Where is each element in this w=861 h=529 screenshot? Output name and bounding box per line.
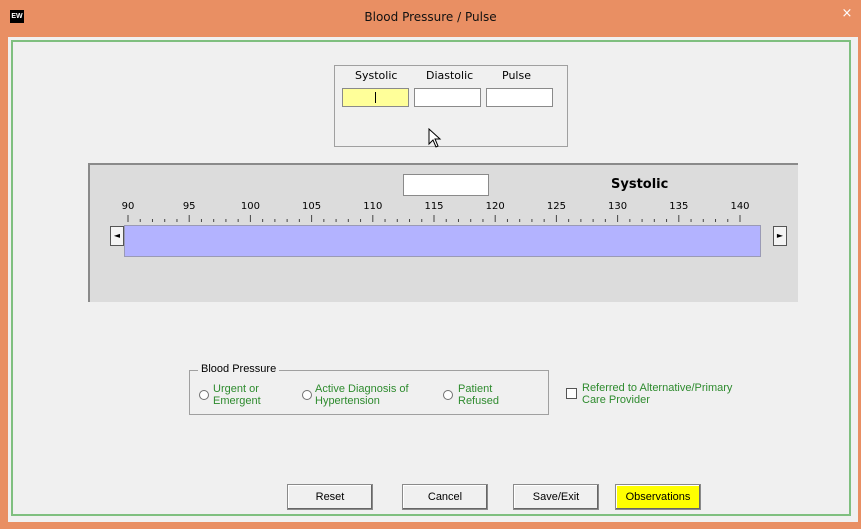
radio-urgent-emergent[interactable] (199, 390, 209, 400)
vitals-group: Systolic Diastolic Pulse (334, 65, 568, 148)
referred-label[interactable]: Referred to Alternative/Primary Care Pro… (582, 382, 732, 406)
radio-patient-refused[interactable] (443, 390, 453, 400)
tick-label-135: 135 (669, 201, 689, 212)
pulse-label: Pulse (502, 69, 531, 82)
option-active-line2: Hypertension (315, 395, 380, 407)
option-patient-refused-label[interactable]: Patient Refused (458, 383, 499, 407)
window-frame-bottom (0, 522, 861, 529)
systolic-input[interactable] (342, 88, 409, 107)
systolic-slider-panel: Systolic 90 95 100 105 110 115 120 125 130 135 140… (88, 163, 798, 302)
scroll-left-button[interactable]: ◄ (110, 226, 124, 246)
blood-pressure-legend: Blood Pressure (198, 363, 280, 375)
option-urgent-line1: Urgent or (213, 383, 259, 395)
referred-line1: Referred to Alternative/Primary (582, 382, 733, 394)
diastolic-input[interactable] (414, 88, 481, 107)
text-caret (375, 92, 376, 103)
close-button[interactable]: × (837, 5, 857, 23)
systolic-label: Systolic (355, 69, 398, 82)
tick-label-100: 100 (240, 201, 260, 212)
blood-pressure-group: Blood Pressure Urgent or Emergent Active… (189, 363, 549, 415)
tick-label-105: 105 (302, 201, 322, 212)
observations-button[interactable]: Observations (615, 484, 701, 510)
option-active-diagnosis-label[interactable]: Active Diagnosis of Hypertension (315, 383, 409, 407)
option-urgent-line2: Emergent (213, 395, 261, 407)
cancel-button[interactable]: Cancel (402, 484, 488, 510)
mouse-pointer-icon (428, 128, 442, 148)
option-active-line1: Active Diagnosis of (315, 383, 409, 395)
tick-label-130: 130 (608, 201, 628, 212)
option-refused-line1: Patient (458, 383, 493, 395)
title-bar: EW Blood Pressure / Pulse × (0, 0, 861, 37)
tick-label-115: 115 (424, 201, 444, 212)
diastolic-label: Diastolic (426, 69, 474, 82)
option-urgent-emergent-label[interactable]: Urgent or Emergent (213, 383, 261, 407)
save-exit-button[interactable]: Save/Exit (513, 484, 599, 510)
tick-label-95: 95 (182, 201, 196, 212)
tick-label-125: 125 (546, 201, 566, 212)
referred-checkbox[interactable] (566, 388, 577, 399)
tick-label-110: 110 (363, 201, 383, 212)
window-frame-left (0, 37, 8, 529)
option-refused-line2: Refused (458, 395, 499, 407)
reset-button[interactable]: Reset (287, 484, 373, 510)
slider-value-box[interactable] (403, 174, 489, 196)
slider-title: Systolic (611, 177, 669, 192)
radio-active-diagnosis[interactable] (302, 390, 312, 400)
systolic-slider-bar[interactable] (124, 225, 761, 257)
referred-line2: Care Provider (582, 394, 650, 406)
scale-ticks (127, 215, 741, 222)
scroll-right-button[interactable]: ► (773, 226, 787, 246)
tick-label-90: 90 (121, 201, 135, 212)
tick-label-140: 140 (730, 201, 750, 212)
tick-label-120: 120 (485, 201, 505, 212)
window-title: Blood Pressure / Pulse (364, 10, 497, 24)
pulse-input[interactable] (486, 88, 553, 107)
